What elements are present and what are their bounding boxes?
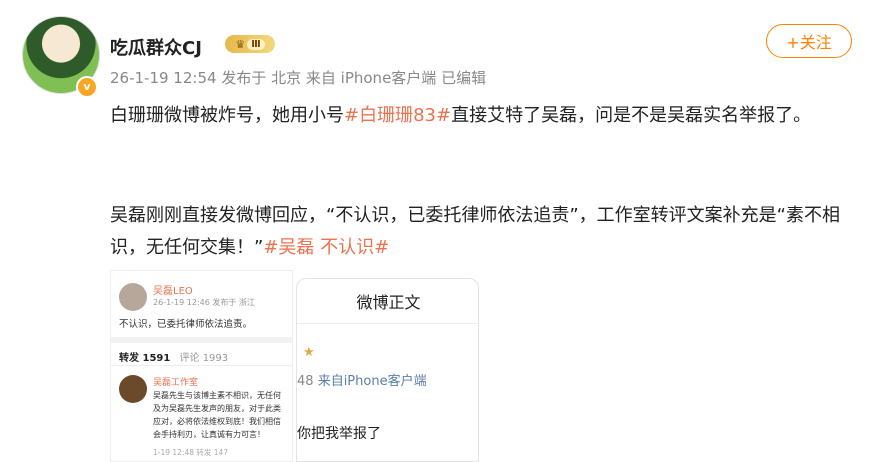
image1-text: 不认识，已委托律师依法追责。 xyxy=(119,319,253,330)
image2-source-num: 48 xyxy=(297,374,314,389)
reply-line: 会手持利刃，让真诚有力可言！ xyxy=(153,430,265,439)
avatar xyxy=(119,375,147,403)
verified-badge-icon: v xyxy=(76,76,98,98)
post-source: 来自 iPhone客户端 xyxy=(305,69,437,87)
hashtag-link[interactable]: #白珊珊83# xyxy=(344,105,451,126)
image2-source-text: 来自iPhone客户端 xyxy=(317,374,427,389)
post-text-2a: 吴磊刚刚直接发微博回应，“不认识，已委托律师依法追责”，工作室转评文案补充是“素… xyxy=(110,205,840,258)
post-meta: 26-1-19 12:54 发布于 北京 来自 iPhone客户端 已编辑 xyxy=(110,67,486,88)
reply-line: 及为吴磊先生发声的朋友，对于此类 xyxy=(153,404,281,413)
crown-icon: ♛ xyxy=(235,37,246,51)
image2-header: 微博正文 xyxy=(297,279,478,324)
post-image-2[interactable]: 微博正文 ★ 48 来自iPhone客户端 你把我举报了 xyxy=(296,278,479,462)
reply-line: 应对，必将依法维权到底！我们相信 xyxy=(153,417,281,426)
level-badge[interactable]: ♛ Ⅲ xyxy=(225,35,275,53)
post-location: 发布于 北京 xyxy=(221,69,302,87)
follow-button[interactable]: +关注 xyxy=(766,24,852,58)
post-paragraph-2: 吴磊刚刚直接发微博回应，“不认识，已委托律师依法追责”，工作室转评文案补充是“素… xyxy=(110,200,855,264)
image1-tabs: 转发 1591 评论 1993 xyxy=(119,349,228,364)
reply-line: 吴磊先生与该博主素不相识，无任何 xyxy=(153,391,281,400)
image1-date: 26-1-19 12:46 发布于 浙江 xyxy=(153,298,255,307)
tab-repost: 转发 1591 xyxy=(119,353,171,364)
image1-author: 吴磊LEO xyxy=(153,286,193,297)
image1-reply-author: 吴磊工作室 xyxy=(153,378,199,388)
post-image-1[interactable]: 吴磊LEO 26-1-19 12:46 发布于 浙江 不认识，已委托律师依法追责… xyxy=(110,270,293,462)
emoji-icon: ★ xyxy=(303,345,315,360)
image2-source: 48 来自iPhone客户端 xyxy=(297,370,427,389)
avatar xyxy=(119,283,147,311)
post-text-1a: 白珊珊微博被炸号，她用小号 xyxy=(110,105,344,126)
post-date[interactable]: 26-1-19 12:54 xyxy=(110,69,217,87)
hashtag-link[interactable]: #吴磊 不认识# xyxy=(263,237,389,258)
username[interactable]: 吃瓜群众CJ xyxy=(110,34,202,60)
post-edited[interactable]: 已编辑 xyxy=(441,69,486,87)
post-paragraph-1: 白珊珊微博被炸号，她用小号#白珊珊83#直接艾特了吴磊，问是不是吴磊实名举报了。 xyxy=(110,100,855,132)
image1-reply-text: 吴磊先生与该博主素不相识，无任何 及为吴磊先生发声的朋友，对于此类 应对，必将依… xyxy=(153,389,281,441)
image1-reply-date: 1-19 12:48 转发 147 xyxy=(153,448,229,457)
level-label: Ⅲ xyxy=(247,38,265,50)
tab-comment: 评论 1993 xyxy=(179,353,229,364)
image2-body: 你把我举报了 xyxy=(297,426,381,442)
divider xyxy=(111,365,292,366)
post-text-1b: 直接艾特了吴磊，问是不是吴磊实名举报了。 xyxy=(451,105,812,126)
divider xyxy=(111,337,292,343)
